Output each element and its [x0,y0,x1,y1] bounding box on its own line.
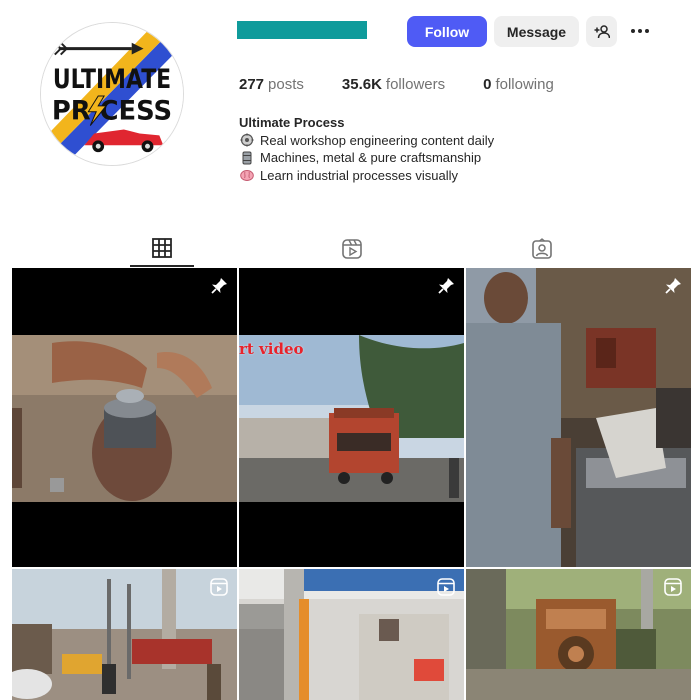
post-thumbnail[interactable] [12,268,237,567]
message-button[interactable]: Message [494,16,579,47]
barrel-icon [239,150,254,165]
profile-stats: 277 posts 35.6K followers 0 following [239,76,592,93]
following-link[interactable]: 0 following [483,76,554,93]
post-thumbnail[interactable] [239,569,464,700]
pin-icon [209,276,229,296]
tab-posts[interactable] [130,230,194,267]
post-thumbnail[interactable] [466,569,691,700]
posts-count: 277 posts [239,76,304,93]
gear-icon [239,133,254,148]
profile-avatar[interactable]: ULTIMATE PR CESS [40,22,184,166]
more-options-icon[interactable] [627,22,653,40]
post-image [466,268,691,567]
ultimate-process-logo: ULTIMATE PR CESS [41,23,183,165]
profile-bio: Ultimate Process Real workshop engineeri… [239,114,494,184]
post-image [466,569,691,700]
followers-link[interactable]: 35.6K followers [342,76,445,93]
bio-line: Real workshop engineering content daily [239,132,494,150]
post-thumbnail[interactable] [466,268,691,567]
reel-icon [209,577,229,597]
post-image [239,268,464,567]
post-overlay-caption: rt video [239,340,304,358]
tab-reels[interactable] [320,230,384,267]
reel-icon [436,577,456,597]
post-image [12,569,237,700]
pin-icon [663,276,683,296]
grid-icon [152,237,172,258]
reels-icon [342,238,362,259]
post-image [12,268,237,567]
username-redacted-bar [237,21,367,39]
pin-icon [436,276,456,296]
post-thumbnail[interactable]: rt video [239,268,464,567]
tagged-icon [532,237,552,259]
suggest-user-button[interactable] [586,16,617,47]
svg-text:ULTIMATE: ULTIMATE [53,64,171,95]
bio-line: Learn industrial processes visually [239,167,494,185]
reel-icon [663,577,683,597]
post-thumbnail[interactable] [12,569,237,700]
post-image [239,569,464,700]
brain-icon [239,168,254,183]
follow-button[interactable]: Follow [407,16,487,47]
bio-display-name: Ultimate Process [239,115,345,130]
svg-text:PR CESS: PR CESS [52,96,172,127]
tab-tagged[interactable] [510,230,574,267]
profile-tabs [12,230,690,268]
bio-line: Machines, metal & pure craftsmanship [239,149,494,167]
add-user-icon [594,24,610,38]
